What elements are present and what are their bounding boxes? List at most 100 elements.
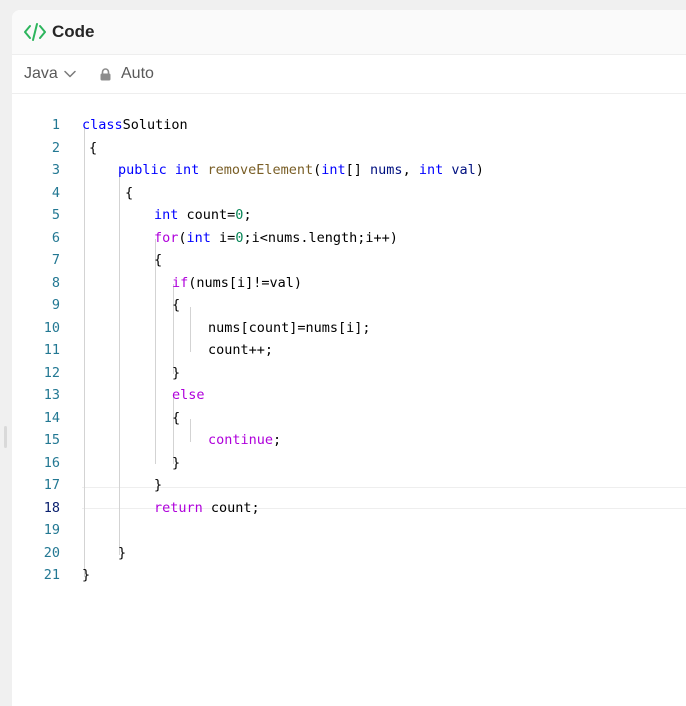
code-token: } (82, 567, 91, 583)
code-line: 19 (12, 519, 686, 542)
code-line: 5 int count=0; (12, 204, 686, 227)
code-token: val (451, 162, 476, 178)
code-token: , (402, 162, 419, 178)
code-token: (nums[i]!=val) (188, 274, 303, 291)
code-token: if (172, 274, 189, 291)
language-select[interactable]: Java (24, 64, 76, 84)
code-text: { (154, 249, 162, 272)
code-editor[interactable]: 1 classSolution 2{3 public int removeElemen… (12, 104, 686, 704)
code-text: { (172, 407, 180, 430)
code-line: 4{ (12, 182, 686, 205)
code-text: if(nums[i]!=val) (172, 272, 302, 295)
code-text: int count=0; (154, 204, 252, 227)
code-text: } (82, 564, 90, 587)
line-number: 1 (51, 117, 60, 133)
line-number: 19 (43, 522, 60, 538)
code-line: 1 classSolution (12, 114, 686, 137)
editor-toolbar: Java Auto (12, 55, 686, 94)
line-number: 16 (43, 454, 60, 471)
code-token: else (172, 387, 205, 403)
code-line: 3 public int removeElement(int[] nums, in… (12, 159, 686, 182)
code-token: count; (202, 499, 260, 516)
code-token: i= (210, 229, 236, 246)
code-line: 8 if(nums[i]!=val) (12, 272, 686, 295)
code-token: nums (370, 162, 403, 178)
code-text: return count; (154, 497, 260, 520)
line-number: 10 (43, 319, 60, 336)
code-text: nums[count]=nums[i]; (208, 317, 371, 340)
line-number: 4 (51, 184, 60, 201)
code-token: ;i<nums.length;i++) (243, 229, 398, 246)
auto-mode-label: Auto (121, 65, 154, 82)
line-number: 7 (51, 252, 60, 268)
line-number: 5 (51, 207, 60, 223)
code-token: int (154, 207, 179, 223)
code-line: 6 for(int i=0;i<nums.length;i++) (12, 227, 686, 250)
code-text: } (172, 452, 180, 475)
panel-title: Code (52, 22, 95, 41)
line-number: 9 (51, 297, 60, 313)
code-line: 2{ (12, 137, 686, 160)
line-number: 21 (43, 567, 60, 583)
code-token: } (154, 477, 163, 493)
code-text: continue; (208, 429, 281, 452)
code-token: } (118, 544, 127, 561)
code-panel: Code Java Auto 1 classSolution 2{3 public i… (12, 10, 686, 706)
code-token: } (172, 364, 181, 381)
auto-mode-indicator[interactable]: Auto (100, 64, 154, 84)
code-token: ; (273, 432, 282, 448)
code-text: { (172, 294, 180, 317)
code-token: } (172, 454, 181, 471)
code-token: for (154, 229, 179, 246)
code-token: int (418, 162, 444, 178)
code-line: 17} (12, 474, 686, 497)
code-token: count++; (208, 342, 274, 358)
code-token: class (82, 117, 123, 133)
code-line: 18 return count; (12, 497, 686, 520)
line-number: 3 (51, 162, 60, 178)
code-line: 10 nums[count]=nums[i]; (12, 317, 686, 340)
code-line: 13 else (12, 384, 686, 407)
code-line: 21} (12, 564, 686, 587)
code-line: 12} (12, 362, 686, 385)
code-token: count= (178, 207, 236, 223)
code-token: { (154, 252, 163, 268)
code-text: public int removeElement(int[] nums, int… (118, 159, 484, 182)
line-number: 17 (43, 477, 60, 493)
line-number: 20 (43, 544, 60, 561)
code-token: [] (345, 162, 371, 178)
code-token: nums[count]=nums[i]; (208, 319, 371, 336)
code-text: } (154, 474, 162, 497)
code-token: { (172, 297, 181, 313)
code-text: } (172, 362, 180, 385)
language-label: Java (24, 65, 58, 82)
code-text: classSolution (82, 114, 188, 137)
code-icon (24, 23, 46, 41)
panel-header: Code (12, 10, 686, 55)
line-number: 14 (43, 409, 60, 426)
code-token: removeElement (207, 162, 314, 178)
code-line: 15 continue; (12, 429, 686, 452)
code-token: public (118, 162, 167, 178)
code-token: int (321, 162, 346, 178)
code-token: ( (178, 229, 187, 246)
code-text: { (125, 182, 133, 205)
code-token: { (89, 139, 98, 156)
line-number: 12 (43, 364, 60, 381)
line-number: 18 (43, 499, 60, 516)
line-number: 15 (43, 432, 60, 448)
line-number: 6 (51, 229, 60, 246)
code-token: continue (208, 432, 274, 448)
panel-resize-handle[interactable] (4, 426, 7, 448)
lock-icon (100, 67, 111, 80)
code-token: ) (475, 162, 484, 178)
code-token: int (174, 162, 200, 178)
code-line: 14 { (12, 407, 686, 430)
code-token: ; (243, 207, 252, 223)
code-line: 11 count++; (12, 339, 686, 362)
line-number: 13 (43, 387, 60, 403)
code-token: int (186, 229, 211, 246)
line-number: 8 (51, 274, 60, 291)
code-token: Solution (122, 117, 188, 133)
